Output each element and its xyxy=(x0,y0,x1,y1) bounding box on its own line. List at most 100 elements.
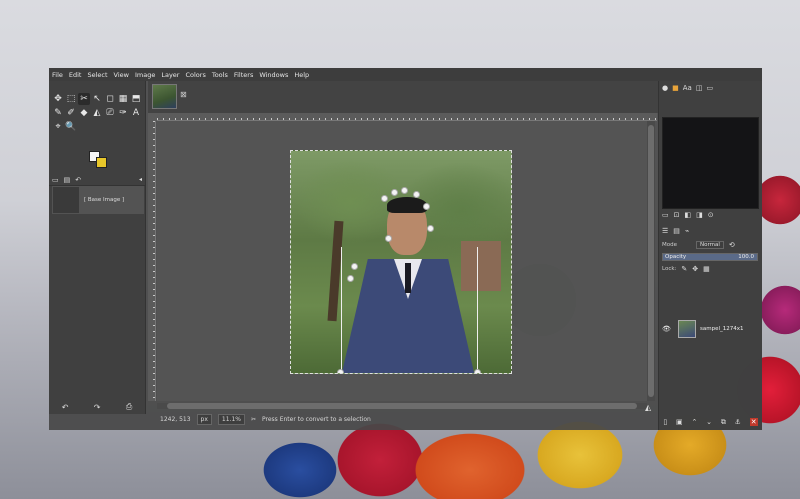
path-node[interactable] xyxy=(351,263,358,270)
panel-icon[interactable]: ⊡ xyxy=(674,211,680,219)
lock-position-icon[interactable]: ✥ xyxy=(692,265,698,273)
transform-tool-icon[interactable]: ◻ xyxy=(104,93,116,105)
image-canvas[interactable] xyxy=(290,150,512,374)
layers-dock-tabs: ☰ ▤ ⌁ xyxy=(662,227,689,235)
menu-edit[interactable]: Edit xyxy=(69,71,82,79)
scrollbar-thumb[interactable] xyxy=(167,403,637,409)
pencil-tool-icon[interactable]: ✐ xyxy=(65,107,77,119)
bucket-fill-tool-icon[interactable]: ⬒ xyxy=(130,93,142,105)
path-node[interactable] xyxy=(401,187,408,194)
layer-name: sampel_1274x1 xyxy=(700,326,744,332)
path-node[interactable] xyxy=(347,275,354,282)
color-swatches[interactable] xyxy=(89,151,111,173)
mode-select[interactable]: Normal xyxy=(696,241,724,249)
horizontal-scrollbar[interactable] xyxy=(157,403,647,409)
image-tab[interactable] xyxy=(152,84,177,109)
vertical-scrollbar[interactable] xyxy=(647,121,655,401)
print-icon[interactable]: ⎙ xyxy=(126,402,132,412)
panel-icon[interactable]: ◨ xyxy=(696,211,703,219)
image-thumbnail xyxy=(53,187,79,213)
path-node[interactable] xyxy=(413,191,420,198)
paths-tool-icon[interactable]: ✑ xyxy=(117,107,129,119)
delete-layer-icon[interactable]: ✕ xyxy=(749,418,758,426)
smudge-tool-icon[interactable]: ◭ xyxy=(91,107,103,119)
dock-menu-icon[interactable]: ◂ xyxy=(139,176,142,183)
brush-preview[interactable] xyxy=(662,117,759,209)
path-node[interactable] xyxy=(381,195,388,202)
device-status-tab-icon[interactable]: ▤ xyxy=(64,176,71,184)
menu-file[interactable]: File xyxy=(52,71,63,79)
new-layer-icon[interactable]: ▯ xyxy=(663,418,667,426)
panel-icon[interactable]: ⊙ xyxy=(708,211,714,219)
warp-tool-icon[interactable]: ▦ xyxy=(117,93,129,105)
layer-row[interactable]: 👁 sampel_1274x1 xyxy=(662,317,759,341)
mode-row: Mode Normal ⟲ xyxy=(662,241,735,249)
crop-tool-icon[interactable]: ↖ xyxy=(91,93,103,105)
menu-layer[interactable]: Layer xyxy=(161,71,179,79)
raise-layer-icon[interactable]: ⌃ xyxy=(691,418,697,426)
paths-tab-icon[interactable]: ⌁ xyxy=(685,227,689,235)
vertical-ruler[interactable] xyxy=(148,121,156,401)
text-tool-icon[interactable]: A xyxy=(130,107,142,119)
image-tab-strip: ⊠ xyxy=(148,81,658,113)
path-node[interactable] xyxy=(391,189,398,196)
horizontal-ruler[interactable] xyxy=(157,113,657,121)
rect-select-tool-icon[interactable]: ⬚ xyxy=(65,93,77,105)
lower-layer-icon[interactable]: ⌄ xyxy=(706,418,712,426)
path-node[interactable] xyxy=(423,203,430,210)
path-node[interactable] xyxy=(337,369,344,373)
right-dock: ● ■ Aa ◫ ▭ ▭ ⊡ ◧ ◨ ⊙ ☰ ▤ ⌁ Mode Normal ⟲… xyxy=(658,81,762,430)
move-tool-icon[interactable]: ✥ xyxy=(52,93,64,105)
brushes-tab-icon[interactable]: ● xyxy=(662,84,668,92)
opacity-value: 100.0 xyxy=(738,254,754,260)
undo-history-tab-icon[interactable]: ↶ xyxy=(75,176,81,184)
path-node[interactable] xyxy=(427,225,434,232)
opacity-slider[interactable]: Opacity 100.0 xyxy=(662,253,758,261)
reset-icon[interactable]: ⟲ xyxy=(729,241,735,249)
close-icon[interactable]: ⊠ xyxy=(180,90,187,99)
scrollbar-thumb[interactable] xyxy=(648,125,654,397)
layers-tab-icon[interactable]: ☰ xyxy=(662,227,668,235)
menu-help[interactable]: Help xyxy=(294,71,309,79)
scissors-select-tool-icon[interactable]: ✂ xyxy=(78,93,90,105)
menu-view[interactable]: View xyxy=(114,71,129,79)
canvas[interactable] xyxy=(157,121,647,401)
panel-icon[interactable]: ◧ xyxy=(685,211,692,219)
unit-select[interactable]: px xyxy=(196,413,212,425)
patterns-tab-icon[interactable]: ■ xyxy=(672,84,679,92)
background-color[interactable] xyxy=(96,157,107,168)
eye-icon[interactable]: 👁 xyxy=(662,325,674,333)
menu-windows[interactable]: Windows xyxy=(259,71,288,79)
tool-options-tab-icon[interactable]: ▭ xyxy=(52,176,59,184)
redo-icon[interactable]: ↷ xyxy=(94,403,101,412)
eraser-tool-icon[interactable]: ◆ xyxy=(78,107,90,119)
panel-icon[interactable]: ▭ xyxy=(662,211,669,219)
clone-tool-icon[interactable]: ⎚ xyxy=(104,107,116,119)
menu-select[interactable]: Select xyxy=(87,71,107,79)
duplicate-layer-icon[interactable]: ⧉ xyxy=(721,418,726,427)
zoom-select[interactable]: 11.1% xyxy=(217,413,245,425)
zoom-tool-icon[interactable]: 🔍 xyxy=(65,121,77,133)
selection-path xyxy=(341,247,478,373)
paintbrush-tool-icon[interactable]: ✎ xyxy=(52,107,64,119)
menu-tools[interactable]: Tools xyxy=(212,71,228,79)
menu-colors[interactable]: Colors xyxy=(185,71,205,79)
gradients-tab-icon[interactable]: ▭ xyxy=(706,84,713,92)
menu-image[interactable]: Image xyxy=(135,71,155,79)
path-node[interactable] xyxy=(385,235,392,242)
lock-label: Lock: xyxy=(662,266,677,272)
document-history-tab-icon[interactable]: ◫ xyxy=(696,84,703,92)
anchor-icon[interactable]: ⚓ xyxy=(735,418,741,426)
list-item[interactable]: [ Base Image ] xyxy=(52,186,144,214)
lock-alpha-icon[interactable]: ▦ xyxy=(703,265,710,273)
color-picker-tool-icon[interactable]: ⌖ xyxy=(52,121,64,133)
new-group-icon[interactable]: ▣ xyxy=(676,418,683,426)
fonts-tab-icon[interactable]: Aa xyxy=(683,84,692,92)
lock-pixels-icon[interactable]: ✎ xyxy=(681,265,687,273)
menu-filters[interactable]: Filters xyxy=(234,71,253,79)
channels-tab-icon[interactable]: ▤ xyxy=(673,227,680,235)
undo-icon[interactable]: ↶ xyxy=(62,403,69,412)
ruler-corner xyxy=(148,113,157,121)
path-node[interactable] xyxy=(474,369,481,373)
navigate-icon[interactable]: ◭ xyxy=(645,403,651,412)
